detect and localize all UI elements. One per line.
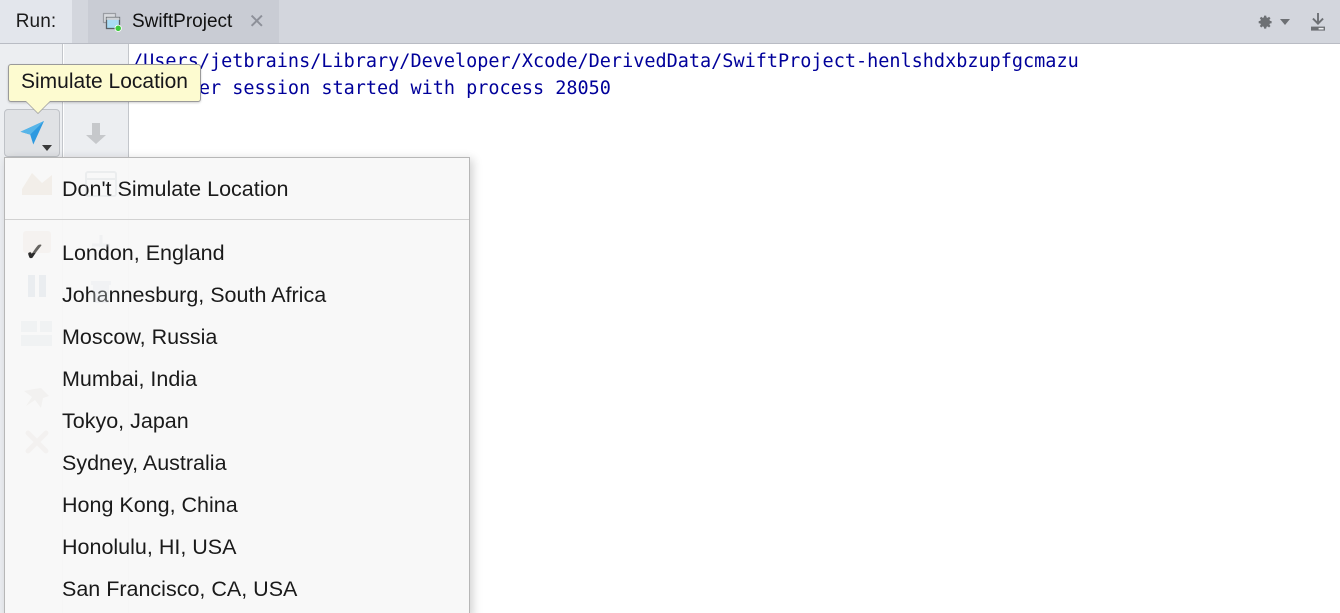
menu-item-london-england[interactable]: ✓ London, England — [5, 232, 469, 274]
run-configuration-icon — [100, 12, 122, 32]
tab-title: SwiftProject — [132, 10, 233, 32]
menu-group-top: Don't Simulate Location — [5, 158, 469, 210]
run-tab-bar: Run: SwiftProject ✕ — [0, 0, 1340, 44]
menu-item-label: Hong Kong, China — [62, 492, 238, 517]
tab-swiftproject[interactable]: SwiftProject ✕ — [88, 0, 280, 43]
check-column: ✓ — [5, 241, 62, 265]
menu-item-label: London, England — [62, 240, 225, 265]
tooltip-text: Simulate Location — [21, 70, 188, 93]
menu-item-honolulu-hi-usa[interactable]: Honolulu, HI, USA — [5, 526, 469, 568]
menu-item-label: San Francisco, CA, USA — [62, 576, 298, 601]
menu-item-label: Sydney, Australia — [62, 450, 227, 475]
run-label: Run: — [15, 10, 57, 32]
simulate-location-tooltip: Simulate Location — [8, 64, 201, 113]
menu-item-sydney-australia[interactable]: Sydney, Australia — [5, 442, 469, 484]
menu-item-label: Mumbai, India — [62, 366, 198, 391]
menu-item-moscow-russia[interactable]: Moscow, Russia — [5, 316, 469, 358]
simulate-location-menu[interactable]: Don't Simulate Location ✓ London, Englan… — [4, 157, 470, 613]
menu-item-mumbai-india[interactable]: Mumbai, India — [5, 358, 469, 400]
console-line: Debugger session started with process 28… — [132, 78, 611, 99]
header-actions — [1253, 0, 1330, 43]
menu-item-label: Tokyo, Japan — [62, 408, 189, 433]
menu-item-label: Honolulu, HI, USA — [62, 534, 237, 559]
tooltip-tail — [25, 100, 51, 113]
menu-item-label: Moscow, Russia — [62, 324, 218, 349]
close-icon[interactable]: ✕ — [248, 12, 265, 32]
arrow-down-icon — [86, 123, 106, 144]
gear-icon[interactable] — [1253, 11, 1290, 33]
chevron-down-icon[interactable] — [1280, 18, 1290, 25]
console-line: /Users/jetbrains/Library/Developer/Xcode… — [132, 51, 1079, 72]
menu-item-label: Johannesburg, South Africa — [62, 282, 327, 307]
scroll-down-button[interactable] — [68, 109, 124, 157]
chevron-down-icon[interactable] — [42, 145, 52, 151]
menu-item-johannesburg-south-africa[interactable]: Johannesburg, South Africa — [5, 274, 469, 316]
menu-item-hong-kong-china[interactable]: Hong Kong, China — [5, 484, 469, 526]
run-tool-window: Run: SwiftProject ✕ /Users/jetbrains/Lib… — [0, 0, 1340, 613]
simulate-location-button[interactable] — [4, 109, 60, 157]
run-label-container: Run: — [0, 0, 72, 43]
menu-item-label: Don't Simulate Location — [62, 176, 289, 201]
menu-item-tokyo-japan[interactable]: Tokyo, Japan — [5, 400, 469, 442]
checkmark-icon: ✓ — [25, 239, 46, 266]
menu-item-dont-simulate-location[interactable]: Don't Simulate Location — [5, 168, 469, 210]
export-download-icon[interactable] — [1306, 10, 1330, 34]
menu-group-locations: ✓ London, England Johannesburg, South Af… — [5, 220, 469, 610]
menu-item-san-francisco-ca-usa[interactable]: San Francisco, CA, USA — [5, 568, 469, 610]
console-lines: /Users/jetbrains/Library/Developer/Xcode… — [130, 44, 1340, 102]
